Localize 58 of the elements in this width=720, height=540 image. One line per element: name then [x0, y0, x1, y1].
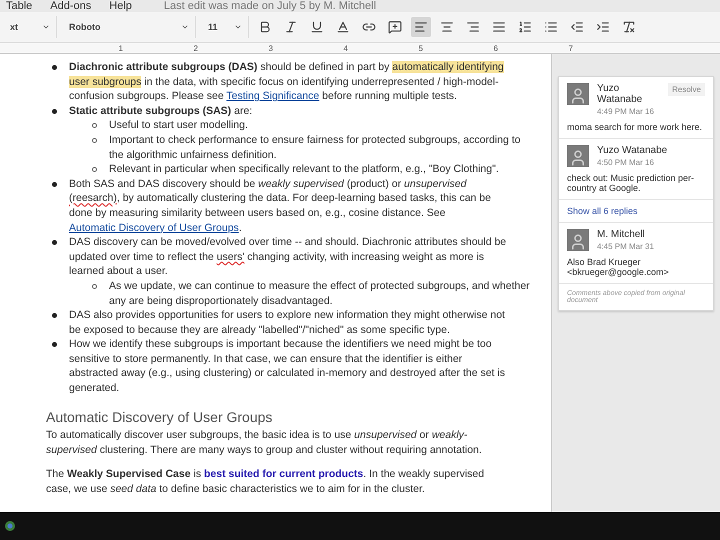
ruler-number: 7 — [568, 44, 573, 52]
list-item-text: Both SAS and DAS discovery should be weakly supervised (product) or unsupervised (reesarch), by automatically clustering the data. For deep-learning based tasks, this can be done by measuring similarity between users based on, e.g., cosine distance. See Automatic Discovery of User Groups. — [69, 176, 492, 236]
avatar — [567, 229, 589, 251]
list-item-text: Diachronic attribute subgroups (DAS) should be defined in part by automatically identifying user subgroups in the data, with specific focus on identifying underrepresented / high-model-confusion subgroups. Please see Testing Significance before running multiple tests. — [69, 60, 505, 104]
avatar — [567, 145, 589, 167]
section-heading: Automatic Discovery of User Groups — [46, 410, 274, 424]
caret-icon — [181, 23, 189, 31]
font-size-dropdown[interactable]: 11 — [202, 16, 249, 38]
ruler-number: 5 — [418, 44, 423, 52]
menu-item[interactable]: Help — [109, 0, 132, 12]
bullet-icon — [52, 182, 57, 187]
bullet-icon — [52, 65, 57, 70]
list-item-text: Static attribute subgroups (SAS) are: — [69, 104, 254, 118]
style-dropdown[interactable]: xt — [4, 16, 57, 38]
link[interactable]: Testing Significance — [226, 90, 320, 102]
list-item-text: Important to check performance to ensure fairness for protected subgroups, according to the algorithmic unfairness definition. — [109, 132, 522, 162]
list-item-text: Relevant in particular when specifically relevant to the platform, e.g., "Boy Clothing". — [109, 162, 500, 177]
ruler-number: 4 — [342, 44, 348, 52]
bullet-icon — [52, 240, 57, 246]
list-item-text: How we identify these subgroups is important because the identifiers we need might be too sensitive to store permanently. In that case, we can ensure that the identifier is either abstracted away (e.g., using clustering) or calculated in-memory and destroyed after the set is generated. — [69, 337, 506, 396]
bullet-icon — [92, 123, 97, 128]
comment-text: moma search for more work here. — [567, 122, 704, 132]
align-left-icon[interactable] — [411, 17, 431, 37]
ruler-number: 3 — [268, 44, 273, 52]
paragraph: The Weakly Supervised Case is best suited for current products. In the weakly supervised case, we use seed data to define basic characteristics we to aim for in the cluster. — [46, 467, 486, 497]
comment-time: 4:45 PM Mar 31 — [597, 242, 655, 251]
list-item-text: Useful to start user modelling. — [109, 118, 249, 133]
comment-author: Yuzo Watanabe — [597, 83, 644, 105]
ruler-number: 6 — [492, 44, 498, 52]
comment-time: 4:49 PM Mar 16 — [597, 107, 655, 116]
app-icon[interactable] — [4, 520, 16, 532]
list-item-text: DAS also provides opportunities for users to explore new information they might otherwise not be exposed to because they are already "labelled"/"niched" as some specific type. — [69, 308, 506, 338]
list-item-text: As we update, we can continue to measure the effect of protected subgroups, and whether any are being disproportionately disadvantaged. — [109, 278, 531, 308]
caret-icon — [234, 23, 242, 31]
bullet-icon — [52, 313, 57, 318]
bullet-icon — [92, 138, 97, 143]
bullet-icon — [52, 108, 57, 114]
last-edit-link[interactable]: Last edit was made on July 5 by M. Mitchell — [164, 0, 376, 12]
comment-author: M. Mitchell — [597, 229, 646, 240]
comment-text: check out: Music prediction per-country at Google. — [567, 173, 696, 193]
ruler-number: 2 — [192, 44, 198, 52]
menu-item[interactable]: Table — [6, 0, 32, 12]
caret-icon — [42, 23, 50, 31]
bullet-icon — [52, 342, 57, 348]
bullet-icon — [92, 284, 97, 289]
comment-author: Yuzo Watanabe — [597, 145, 668, 156]
menu-item[interactable]: Add-ons — [50, 0, 92, 12]
avatar — [567, 83, 589, 105]
list-item-text: DAS discovery can be moved/evolved over time -- and should. Diachronic attributes should be updated over time to reflect the users' changing activity, with increasing weight as more is learned about a user. — [69, 235, 508, 279]
show-replies-link[interactable]: Show all 6 replies — [559, 200, 713, 223]
comment-time: 4:50 PM Mar 16 — [597, 158, 655, 167]
link[interactable]: Automatic Discovery of User Groups — [69, 222, 239, 234]
paragraph: To automatically discover user subgroups, the basic idea is to use unsupervised or weakly-supervised clustering. There are many ways to group and cluster without requiring annotation. — [46, 428, 483, 458]
comment-text: Also Brad Krueger <bkrueger@google.com> — [567, 257, 670, 277]
bullet-icon — [92, 167, 97, 172]
ruler-number: 1 — [118, 44, 123, 52]
font-dropdown[interactable]: Roboto — [63, 16, 196, 38]
link[interactable]: best suited for current products — [204, 468, 364, 480]
